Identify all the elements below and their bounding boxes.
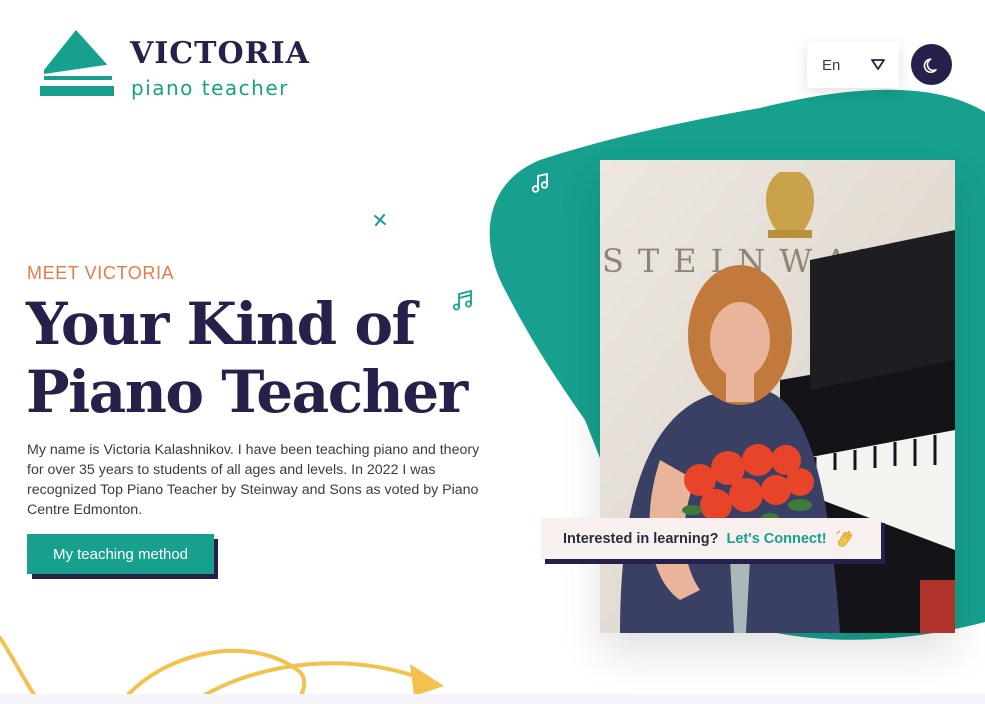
music-notes-icon [453, 289, 472, 311]
theme-toggle-button[interactable] [911, 44, 952, 85]
teaching-method-button-wrap: My teaching method [27, 534, 218, 579]
brand-subtitle: piano teacher [131, 76, 289, 100]
sparkle-plus-icon [374, 214, 386, 226]
language-select[interactable]: En [807, 42, 899, 88]
language-value: En [822, 56, 841, 74]
piano-logo-icon [40, 30, 114, 96]
moon-icon [923, 57, 937, 73]
triangle-down-icon [871, 59, 885, 70]
hero-eyebrow: MEET VICTORIA [27, 263, 175, 283]
hero-title-line-2: Piano Teacher [26, 358, 468, 426]
hero-title: Your Kind of Piano Teacher [26, 290, 486, 426]
lets-connect-link[interactable]: Let's Connect! [727, 531, 827, 547]
section-divider [0, 694, 985, 704]
yellow-swirl-arrow-icon [0, 636, 444, 704]
connect-banner: Interested in learning? Let's Connect! [541, 518, 886, 565]
music-note-icon [531, 172, 549, 193]
waving-hand-icon [836, 530, 852, 547]
teaching-method-button[interactable]: My teaching method [27, 534, 214, 574]
connect-banner-body: Interested in learning? Let's Connect! [541, 518, 881, 559]
hero-intro: My name is Victoria Kalashnikov. I have … [27, 442, 480, 518]
brand-name: VICTORIA [130, 36, 310, 71]
connect-question: Interested in learning? [563, 530, 719, 547]
hero-title-line-1: Your Kind of [26, 290, 416, 358]
brand-logo[interactable]: VICTORIA piano teacher [40, 30, 309, 102]
